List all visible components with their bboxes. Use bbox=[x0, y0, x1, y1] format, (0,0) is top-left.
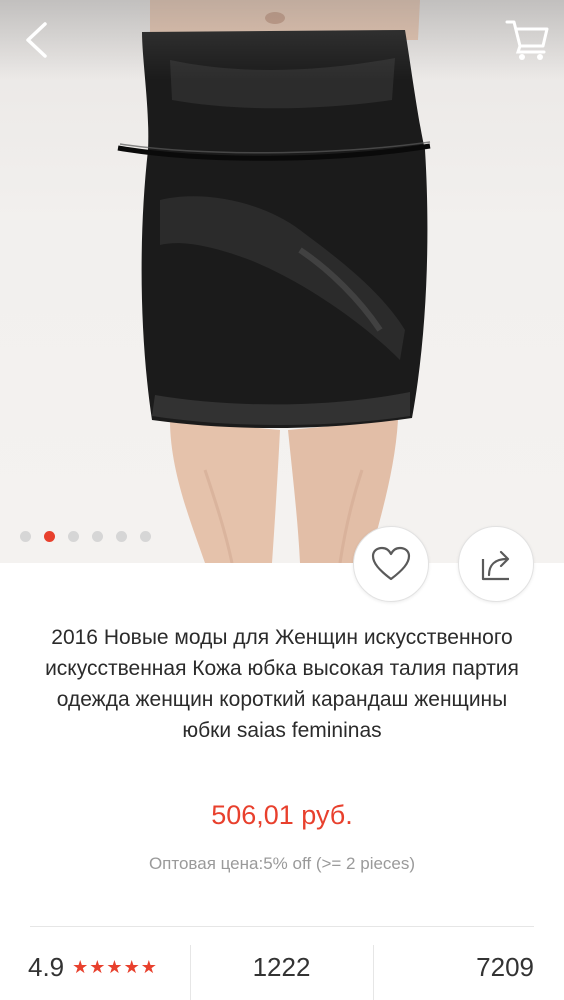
gallery-dot-active[interactable] bbox=[44, 531, 55, 542]
gallery-dot[interactable] bbox=[20, 531, 31, 542]
product-title: 2016 Новые моды для Женщин искусственног… bbox=[45, 626, 519, 742]
gallery-dot[interactable] bbox=[68, 531, 79, 542]
gallery-pagination bbox=[20, 531, 151, 542]
share-button[interactable] bbox=[458, 526, 534, 602]
add-to-wishlist-button[interactable] bbox=[353, 526, 429, 602]
product-stats: 4.9 ★★★★★ 1222 7209 bbox=[0, 927, 564, 1000]
gallery-dot[interactable] bbox=[140, 531, 151, 542]
cart-button[interactable] bbox=[503, 16, 551, 62]
wholesale-price-note: Оптовая цена:5% off (>= 2 pieces) bbox=[148, 854, 416, 873]
share-icon bbox=[481, 550, 510, 581]
rating-value: 4.9 bbox=[28, 952, 65, 982]
wishes-stat[interactable]: 7209 bbox=[374, 927, 534, 1000]
heart-icon bbox=[371, 546, 411, 581]
star-rating-icon: ★★★★★ bbox=[72, 957, 158, 977]
rating-stat[interactable]: 4.9 ★★★★★ bbox=[28, 927, 188, 1000]
back-button[interactable] bbox=[18, 18, 58, 62]
chevron-left-icon bbox=[26, 22, 47, 58]
wishes-count: 7209 bbox=[476, 952, 534, 982]
product-photo[interactable] bbox=[0, 0, 564, 563]
gallery-dot[interactable] bbox=[116, 531, 127, 542]
gallery-dot[interactable] bbox=[92, 531, 103, 542]
shopping-cart-icon bbox=[505, 20, 549, 60]
orders-stat[interactable]: 1222 bbox=[190, 927, 373, 1000]
product-image-gallery[interactable] bbox=[0, 0, 564, 563]
top-gradient bbox=[0, 0, 564, 80]
product-price: 506,01 руб. bbox=[211, 800, 353, 830]
orders-count: 1222 bbox=[252, 952, 311, 982]
